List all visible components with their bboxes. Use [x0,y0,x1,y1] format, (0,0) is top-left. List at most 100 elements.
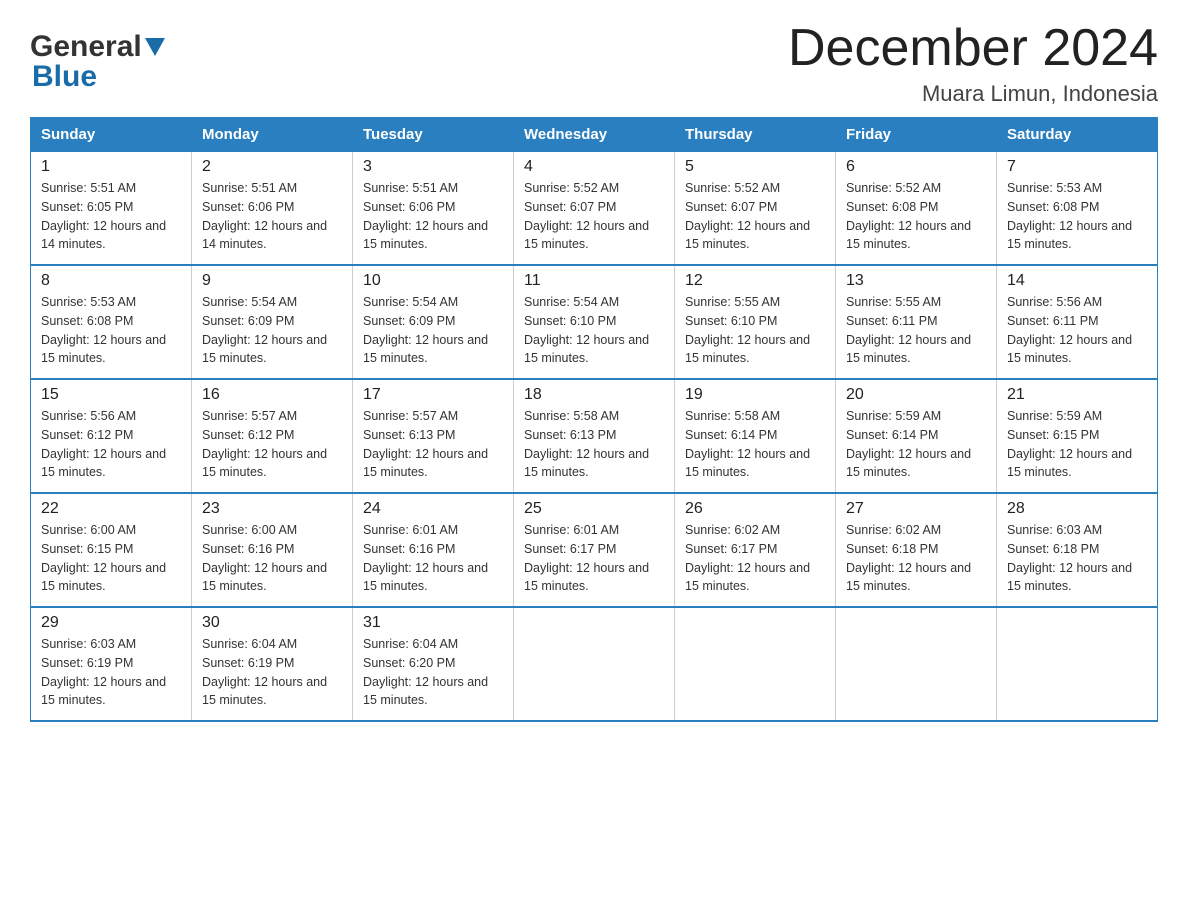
day-info: Sunrise: 6:00 AM Sunset: 6:15 PM Dayligh… [41,521,181,596]
day-info: Sunrise: 5:51 AM Sunset: 6:05 PM Dayligh… [41,179,181,254]
day-number: 14 [1007,272,1147,290]
day-number: 2 [202,158,342,176]
calendar-cell: 17 Sunrise: 5:57 AM Sunset: 6:13 PM Dayl… [353,379,514,493]
logo-blue: Blue [32,60,97,94]
day-info: Sunrise: 5:59 AM Sunset: 6:14 PM Dayligh… [846,407,986,482]
col-header-tuesday: Tuesday [353,118,514,152]
calendar-cell: 24 Sunrise: 6:01 AM Sunset: 6:16 PM Dayl… [353,493,514,607]
calendar-cell: 26 Sunrise: 6:02 AM Sunset: 6:17 PM Dayl… [675,493,836,607]
day-info: Sunrise: 5:52 AM Sunset: 6:07 PM Dayligh… [685,179,825,254]
calendar-cell: 16 Sunrise: 5:57 AM Sunset: 6:12 PM Dayl… [192,379,353,493]
day-info: Sunrise: 5:57 AM Sunset: 6:13 PM Dayligh… [363,407,503,482]
calendar-week-2: 8 Sunrise: 5:53 AM Sunset: 6:08 PM Dayli… [31,265,1158,379]
day-number: 4 [524,158,664,176]
col-header-friday: Friday [836,118,997,152]
calendar-cell: 18 Sunrise: 5:58 AM Sunset: 6:13 PM Dayl… [514,379,675,493]
day-info: Sunrise: 6:01 AM Sunset: 6:16 PM Dayligh… [363,521,503,596]
calendar-cell: 13 Sunrise: 5:55 AM Sunset: 6:11 PM Dayl… [836,265,997,379]
calendar-week-5: 29 Sunrise: 6:03 AM Sunset: 6:19 PM Dayl… [31,607,1158,721]
day-number: 30 [202,614,342,632]
day-info: Sunrise: 5:55 AM Sunset: 6:11 PM Dayligh… [846,293,986,368]
day-number: 23 [202,500,342,518]
day-info: Sunrise: 5:52 AM Sunset: 6:07 PM Dayligh… [524,179,664,254]
day-info: Sunrise: 5:56 AM Sunset: 6:12 PM Dayligh… [41,407,181,482]
calendar-week-3: 15 Sunrise: 5:56 AM Sunset: 6:12 PM Dayl… [31,379,1158,493]
day-number: 29 [41,614,181,632]
calendar-cell: 28 Sunrise: 6:03 AM Sunset: 6:18 PM Dayl… [997,493,1158,607]
calendar-cell: 23 Sunrise: 6:00 AM Sunset: 6:16 PM Dayl… [192,493,353,607]
calendar-cell [675,607,836,721]
calendar-cell: 25 Sunrise: 6:01 AM Sunset: 6:17 PM Dayl… [514,493,675,607]
col-header-monday: Monday [192,118,353,152]
day-info: Sunrise: 6:03 AM Sunset: 6:19 PM Dayligh… [41,635,181,710]
calendar-cell: 31 Sunrise: 6:04 AM Sunset: 6:20 PM Dayl… [353,607,514,721]
day-number: 21 [1007,386,1147,404]
day-info: Sunrise: 5:51 AM Sunset: 6:06 PM Dayligh… [363,179,503,254]
day-info: Sunrise: 5:51 AM Sunset: 6:06 PM Dayligh… [202,179,342,254]
day-number: 26 [685,500,825,518]
col-header-thursday: Thursday [675,118,836,152]
day-info: Sunrise: 5:54 AM Sunset: 6:09 PM Dayligh… [363,293,503,368]
calendar-cell: 6 Sunrise: 5:52 AM Sunset: 6:08 PM Dayli… [836,152,997,266]
day-number: 11 [524,272,664,290]
col-header-saturday: Saturday [997,118,1158,152]
day-info: Sunrise: 6:02 AM Sunset: 6:17 PM Dayligh… [685,521,825,596]
title-section: December 2024 Muara Limun, Indonesia [788,20,1158,107]
day-number: 25 [524,500,664,518]
logo: General Blue [30,30,165,94]
day-info: Sunrise: 6:03 AM Sunset: 6:18 PM Dayligh… [1007,521,1147,596]
calendar-cell: 14 Sunrise: 5:56 AM Sunset: 6:11 PM Dayl… [997,265,1158,379]
day-number: 27 [846,500,986,518]
day-number: 1 [41,158,181,176]
calendar-cell: 10 Sunrise: 5:54 AM Sunset: 6:09 PM Dayl… [353,265,514,379]
day-number: 19 [685,386,825,404]
day-info: Sunrise: 5:54 AM Sunset: 6:10 PM Dayligh… [524,293,664,368]
calendar-cell [836,607,997,721]
calendar-cell: 15 Sunrise: 5:56 AM Sunset: 6:12 PM Dayl… [31,379,192,493]
day-info: Sunrise: 5:58 AM Sunset: 6:13 PM Dayligh… [524,407,664,482]
calendar-cell: 19 Sunrise: 5:58 AM Sunset: 6:14 PM Dayl… [675,379,836,493]
calendar-cell: 27 Sunrise: 6:02 AM Sunset: 6:18 PM Dayl… [836,493,997,607]
calendar-cell: 30 Sunrise: 6:04 AM Sunset: 6:19 PM Dayl… [192,607,353,721]
calendar-cell: 22 Sunrise: 6:00 AM Sunset: 6:15 PM Dayl… [31,493,192,607]
day-info: Sunrise: 6:04 AM Sunset: 6:20 PM Dayligh… [363,635,503,710]
day-number: 5 [685,158,825,176]
day-number: 28 [1007,500,1147,518]
day-info: Sunrise: 6:01 AM Sunset: 6:17 PM Dayligh… [524,521,664,596]
day-number: 7 [1007,158,1147,176]
day-number: 8 [41,272,181,290]
calendar-cell: 5 Sunrise: 5:52 AM Sunset: 6:07 PM Dayli… [675,152,836,266]
page-header: General Blue December 2024 Muara Limun, … [30,20,1158,107]
day-info: Sunrise: 5:58 AM Sunset: 6:14 PM Dayligh… [685,407,825,482]
calendar-cell: 2 Sunrise: 5:51 AM Sunset: 6:06 PM Dayli… [192,152,353,266]
day-number: 24 [363,500,503,518]
calendar-cell: 12 Sunrise: 5:55 AM Sunset: 6:10 PM Dayl… [675,265,836,379]
day-info: Sunrise: 5:52 AM Sunset: 6:08 PM Dayligh… [846,179,986,254]
day-number: 15 [41,386,181,404]
page-title: December 2024 [788,20,1158,77]
day-info: Sunrise: 6:04 AM Sunset: 6:19 PM Dayligh… [202,635,342,710]
col-header-wednesday: Wednesday [514,118,675,152]
calendar-cell: 8 Sunrise: 5:53 AM Sunset: 6:08 PM Dayli… [31,265,192,379]
calendar-cell: 29 Sunrise: 6:03 AM Sunset: 6:19 PM Dayl… [31,607,192,721]
calendar-cell: 1 Sunrise: 5:51 AM Sunset: 6:05 PM Dayli… [31,152,192,266]
calendar-week-4: 22 Sunrise: 6:00 AM Sunset: 6:15 PM Dayl… [31,493,1158,607]
day-number: 20 [846,386,986,404]
page-subtitle: Muara Limun, Indonesia [788,81,1158,107]
day-info: Sunrise: 5:55 AM Sunset: 6:10 PM Dayligh… [685,293,825,368]
day-info: Sunrise: 5:56 AM Sunset: 6:11 PM Dayligh… [1007,293,1147,368]
calendar-cell: 4 Sunrise: 5:52 AM Sunset: 6:07 PM Dayli… [514,152,675,266]
day-number: 16 [202,386,342,404]
calendar-cell [514,607,675,721]
day-number: 3 [363,158,503,176]
day-number: 9 [202,272,342,290]
col-header-sunday: Sunday [31,118,192,152]
day-info: Sunrise: 5:53 AM Sunset: 6:08 PM Dayligh… [1007,179,1147,254]
day-number: 6 [846,158,986,176]
day-number: 12 [685,272,825,290]
calendar-table: SundayMondayTuesdayWednesdayThursdayFrid… [30,117,1158,722]
logo-general: General [30,30,142,64]
day-number: 17 [363,386,503,404]
logo-arrow-icon [145,38,165,61]
day-number: 22 [41,500,181,518]
